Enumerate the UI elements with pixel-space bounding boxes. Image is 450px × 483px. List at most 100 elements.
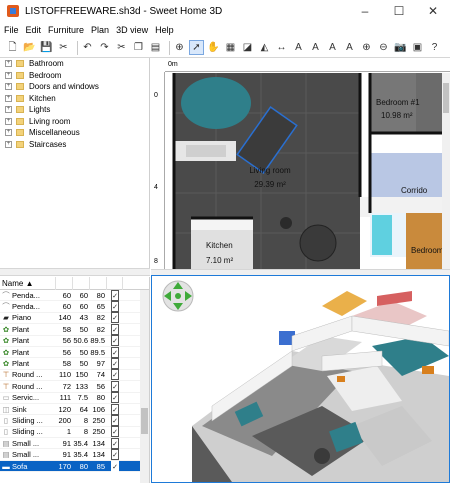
create-polylines-icon[interactable]: ◭	[258, 41, 271, 54]
table-row[interactable]: ⊤ Round ... 72 133 56 ✓	[0, 380, 149, 393]
visible-checkbox[interactable]: ✓	[111, 403, 119, 415]
redo-icon[interactable]: ↷	[98, 41, 111, 54]
table-row[interactable]: ▤ Small ... 91 35.4 134 ✓	[0, 449, 149, 461]
table-row[interactable]: ▬ Sofa 170 80 85 ✓	[0, 460, 149, 473]
column-header-visible[interactable]	[107, 277, 123, 290]
visible-checkbox[interactable]: ✓	[111, 301, 119, 313]
visible-checkbox[interactable]: ✓	[111, 335, 119, 347]
menu-3d-view[interactable]: 3D view	[116, 25, 148, 35]
create-photo-icon[interactable]: 📷	[394, 41, 407, 54]
column-header-name[interactable]: Name ▲	[0, 277, 56, 290]
column-header-depth[interactable]	[73, 277, 90, 290]
undo-icon[interactable]: ↶	[81, 41, 94, 54]
expand-icon[interactable]: +	[5, 129, 12, 137]
visible-checkbox[interactable]: ✓	[111, 369, 119, 381]
tree-item-doors-windows[interactable]: + Doors and windows	[0, 81, 149, 93]
menu-plan[interactable]: Plan	[91, 25, 109, 35]
scrollbar-thumb[interactable]	[141, 408, 148, 434]
3d-view[interactable]	[151, 275, 450, 483]
visible-checkbox[interactable]: ✓	[111, 358, 119, 370]
tree-item-living-room[interactable]: + Living room	[0, 116, 149, 128]
table-row[interactable]: ▯ Sliding ... 1 8 250 ✓	[0, 426, 149, 439]
tree-item-lights[interactable]: + Lights	[0, 104, 149, 116]
visible-checkbox[interactable]: ✓	[111, 437, 119, 449]
select-mode-icon[interactable]: ➚	[189, 40, 204, 55]
expand-icon[interactable]: +	[5, 117, 12, 125]
table-icon: ⊤	[2, 370, 10, 380]
zoom-in-icon[interactable]: ⊕	[360, 41, 373, 54]
table-row[interactable]: ✿ Plant 58 50 97 ✓	[0, 358, 149, 370]
navigation-arrows-icon[interactable]	[162, 280, 194, 312]
menu-furniture[interactable]: Furniture	[48, 25, 84, 35]
table-row[interactable]: ✿ Plant 58 50 82 ✓	[0, 323, 149, 336]
table-row[interactable]: ✿ Plant 56 50.6 89.5 ✓	[0, 335, 149, 347]
add-furniture-icon[interactable]: ⊕	[173, 41, 186, 54]
visible-checkbox[interactable]: ✓	[111, 312, 119, 324]
cell-width: 58	[62, 359, 71, 369]
table-row[interactable]: ▯ Sliding ... 200 8 250 ✓	[0, 415, 149, 427]
maximize-button[interactable]: ☐	[382, 0, 416, 22]
paste-icon[interactable]: ▤	[149, 41, 162, 54]
visible-checkbox[interactable]: ✓	[111, 289, 119, 301]
visible-checkbox[interactable]: ✓	[111, 426, 119, 438]
tree-item-bedroom[interactable]: + Bedroom	[0, 70, 149, 82]
table-row[interactable]: ⌒ Penda... 60 60 65 ✓	[0, 301, 149, 313]
visible-checkbox[interactable]: ✓	[111, 415, 119, 426]
decrease-text-icon[interactable]: A	[343, 41, 356, 54]
text-style-icon[interactable]: A	[309, 41, 322, 54]
3d-scene[interactable]	[152, 276, 449, 482]
table-scrollbar[interactable]	[140, 290, 149, 483]
table-row[interactable]: ▰ Piano 140 43 82 ✓	[0, 312, 149, 325]
cut-icon-2[interactable]: ✂	[115, 41, 128, 54]
tree-item-miscellaneous[interactable]: + Miscellaneous	[0, 127, 149, 139]
table-row[interactable]: ⊤ Round ... 110 150 74 ✓	[0, 369, 149, 382]
column-header-height[interactable]	[90, 277, 107, 290]
create-walls-icon[interactable]: ▦	[224, 41, 237, 54]
zoom-out-icon[interactable]: ⊖	[377, 41, 390, 54]
table-row[interactable]: ▭ Servic... 111 7.5 80 ✓	[0, 392, 149, 404]
menu-edit[interactable]: Edit	[26, 25, 42, 35]
visible-checkbox[interactable]: ✓	[111, 449, 119, 461]
menu-help[interactable]: Help	[155, 25, 174, 35]
table-row[interactable]: ▤ Small ... 91 35.4 134 ✓	[0, 437, 149, 450]
expand-icon[interactable]: +	[5, 83, 12, 91]
expand-icon[interactable]: +	[5, 94, 12, 102]
tree-item-staircases[interactable]: + Staircases	[0, 139, 149, 151]
create-dimensions-icon[interactable]: ↔	[275, 41, 288, 54]
increase-text-icon[interactable]: A	[326, 41, 339, 54]
expand-icon[interactable]: +	[5, 71, 12, 79]
visible-checkbox[interactable]: ✓	[111, 346, 119, 358]
visible-checkbox[interactable]: ✓	[111, 392, 119, 404]
save-icon[interactable]: 💾	[40, 41, 53, 54]
minimize-button[interactable]: –	[348, 0, 382, 22]
visible-checkbox[interactable]: ✓	[111, 460, 119, 472]
floor-plan-drawing[interactable]: Living room 29.39 m² Kitchen 7.10 m² Bed…	[166, 73, 450, 269]
expand-icon[interactable]: +	[5, 60, 12, 68]
new-home-icon[interactable]: 🗋	[6, 41, 19, 54]
table-row[interactable]: ◫ Sink 120 64 106 ✓	[0, 403, 149, 416]
plan-view[interactable]: 0m 0 4 8 Living room 29.39 m² Kitchen 7.…	[151, 58, 450, 269]
left-pane-splitter[interactable]	[0, 268, 150, 276]
cell-width: 200	[58, 416, 71, 425]
cell-width: 56	[62, 336, 71, 346]
expand-icon[interactable]: +	[5, 106, 12, 114]
visible-checkbox[interactable]: ✓	[111, 380, 119, 392]
create-rooms-icon[interactable]: ◪	[241, 41, 254, 54]
table-row[interactable]: ✿ Plant 56 50 89.5 ✓	[0, 346, 149, 359]
visible-checkbox[interactable]: ✓	[111, 323, 119, 335]
close-button[interactable]: ✕	[416, 0, 450, 22]
menu-file[interactable]: File	[4, 25, 19, 35]
pan-mode-icon[interactable]: ✋	[207, 41, 220, 54]
table-row[interactable]: ⌒ Penda... 60 60 80 ✓	[0, 289, 149, 302]
column-header-width[interactable]	[56, 277, 73, 290]
open-icon[interactable]: 📂	[23, 41, 36, 54]
tree-item-kitchen[interactable]: + Kitchen	[0, 93, 149, 105]
copy-icon[interactable]: ❐	[132, 41, 145, 54]
cut-icon[interactable]: ✂	[57, 41, 70, 54]
add-text-icon[interactable]: A	[292, 41, 305, 54]
create-video-icon[interactable]: ▣	[411, 41, 424, 54]
tree-item-bathroom[interactable]: + Bathroom	[0, 58, 149, 70]
expand-icon[interactable]: +	[5, 140, 12, 148]
help-icon[interactable]: ?	[428, 41, 441, 54]
toolbar-separator	[77, 40, 78, 55]
